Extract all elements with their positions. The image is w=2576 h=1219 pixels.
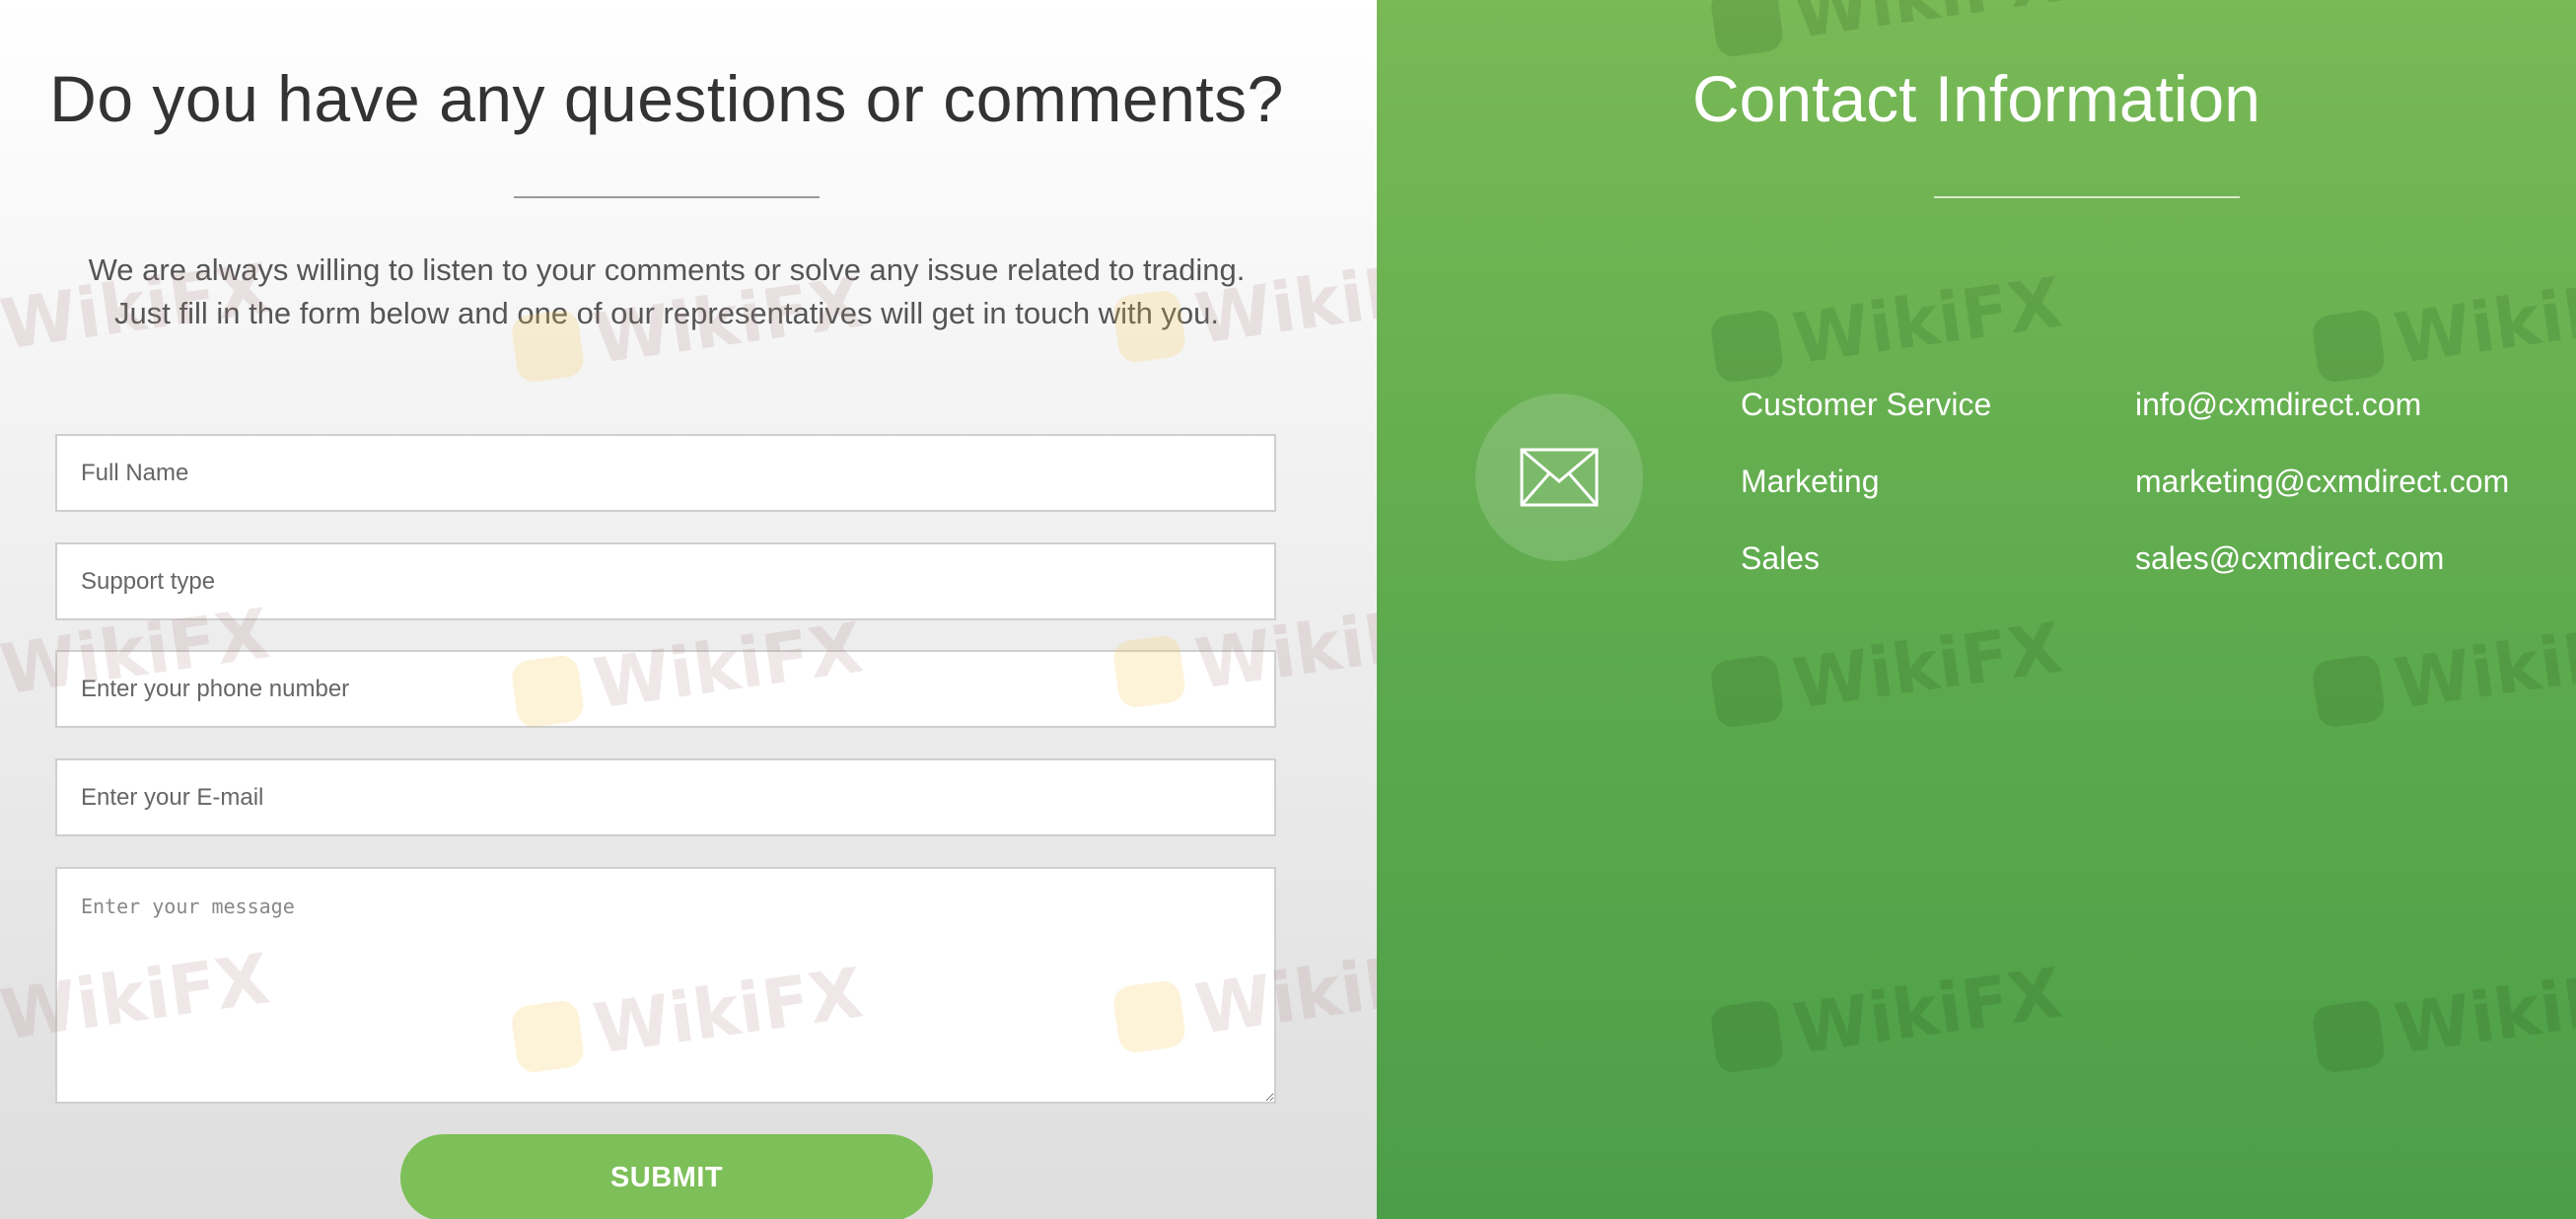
form-intro-line-2: Just fill in the form below and one of o… xyxy=(113,296,1220,330)
watermark-logo-icon xyxy=(1708,308,1785,385)
watermark: WikiFX xyxy=(2310,608,2576,737)
watermark: WikiFX xyxy=(1708,952,2067,1082)
contact-info-heading: Contact Information xyxy=(1692,62,2260,135)
watermark-logo-icon xyxy=(1708,998,1785,1075)
watermark-text: WikiFX xyxy=(2390,952,2576,1070)
contact-form-panel: Do you have any questions or comments? W… xyxy=(0,0,1377,1219)
contact-info-panel: Contact Information Customer Service inf… xyxy=(1377,0,2576,1219)
contact-row-customer-service: Customer Service info@cxmdirect.com xyxy=(1741,375,2569,452)
contact-row-sales: Sales sales@cxmdirect.com xyxy=(1741,529,2569,606)
contact-info-divider xyxy=(1934,196,2240,198)
submit-button[interactable]: SUBMIT xyxy=(400,1134,933,1219)
form-heading: Do you have any questions or comments? xyxy=(49,62,1284,135)
contact-label: Sales xyxy=(1741,540,1821,576)
watermark-text: WikiFX xyxy=(1788,952,2067,1070)
watermark-text: WikiFX xyxy=(1788,261,2067,380)
contact-list: Customer Service info@cxmdirect.com Mark… xyxy=(1741,375,2569,606)
phone-input[interactable] xyxy=(55,650,1276,728)
watermark-logo-icon xyxy=(2310,653,2387,730)
watermark-logo-icon xyxy=(1708,653,1785,730)
contact-email-link[interactable]: info@cxmdirect.com xyxy=(2135,387,2421,423)
watermark-logo-icon xyxy=(1708,0,1785,59)
watermark-text: WikiFX xyxy=(2390,607,2576,725)
watermark-text: WikiFX xyxy=(1788,0,2066,54)
form-intro-line-1: We are always willing to listen to your … xyxy=(88,252,1246,287)
watermark: WikiFX xyxy=(1708,261,2067,392)
watermark-logo-icon xyxy=(2310,998,2387,1075)
message-textarea[interactable] xyxy=(55,867,1276,1104)
contact-label: Customer Service xyxy=(1741,387,1992,422)
contact-row-marketing: Marketing marketing@cxmdirect.com xyxy=(1741,452,2569,529)
form-heading-divider xyxy=(514,196,820,198)
email-input[interactable] xyxy=(55,758,1276,836)
envelope-icon xyxy=(1520,448,1599,507)
contact-email-link[interactable]: sales@cxmdirect.com xyxy=(2135,540,2444,577)
support-type-input[interactable] xyxy=(55,542,1276,620)
watermark-text: WikiFX xyxy=(1788,607,2067,725)
watermark: WikiFX xyxy=(1708,0,2067,65)
envelope-icon-badge xyxy=(1475,394,1643,561)
watermark: WikiFX xyxy=(2310,953,2576,1082)
contact-email-link[interactable]: marketing@cxmdirect.com xyxy=(2135,464,2509,500)
watermark-logo-icon xyxy=(2310,308,2387,385)
form-intro: We are always willing to listen to your … xyxy=(0,249,1333,335)
watermark: WikiFX xyxy=(2310,262,2576,392)
full-name-input[interactable] xyxy=(55,434,1276,512)
contact-label: Marketing xyxy=(1741,464,1880,499)
watermark: WikiFX xyxy=(1708,607,2067,737)
watermark-text: WikiFX xyxy=(2390,261,2576,380)
contact-page: Do you have any questions or comments? W… xyxy=(0,0,2576,1219)
